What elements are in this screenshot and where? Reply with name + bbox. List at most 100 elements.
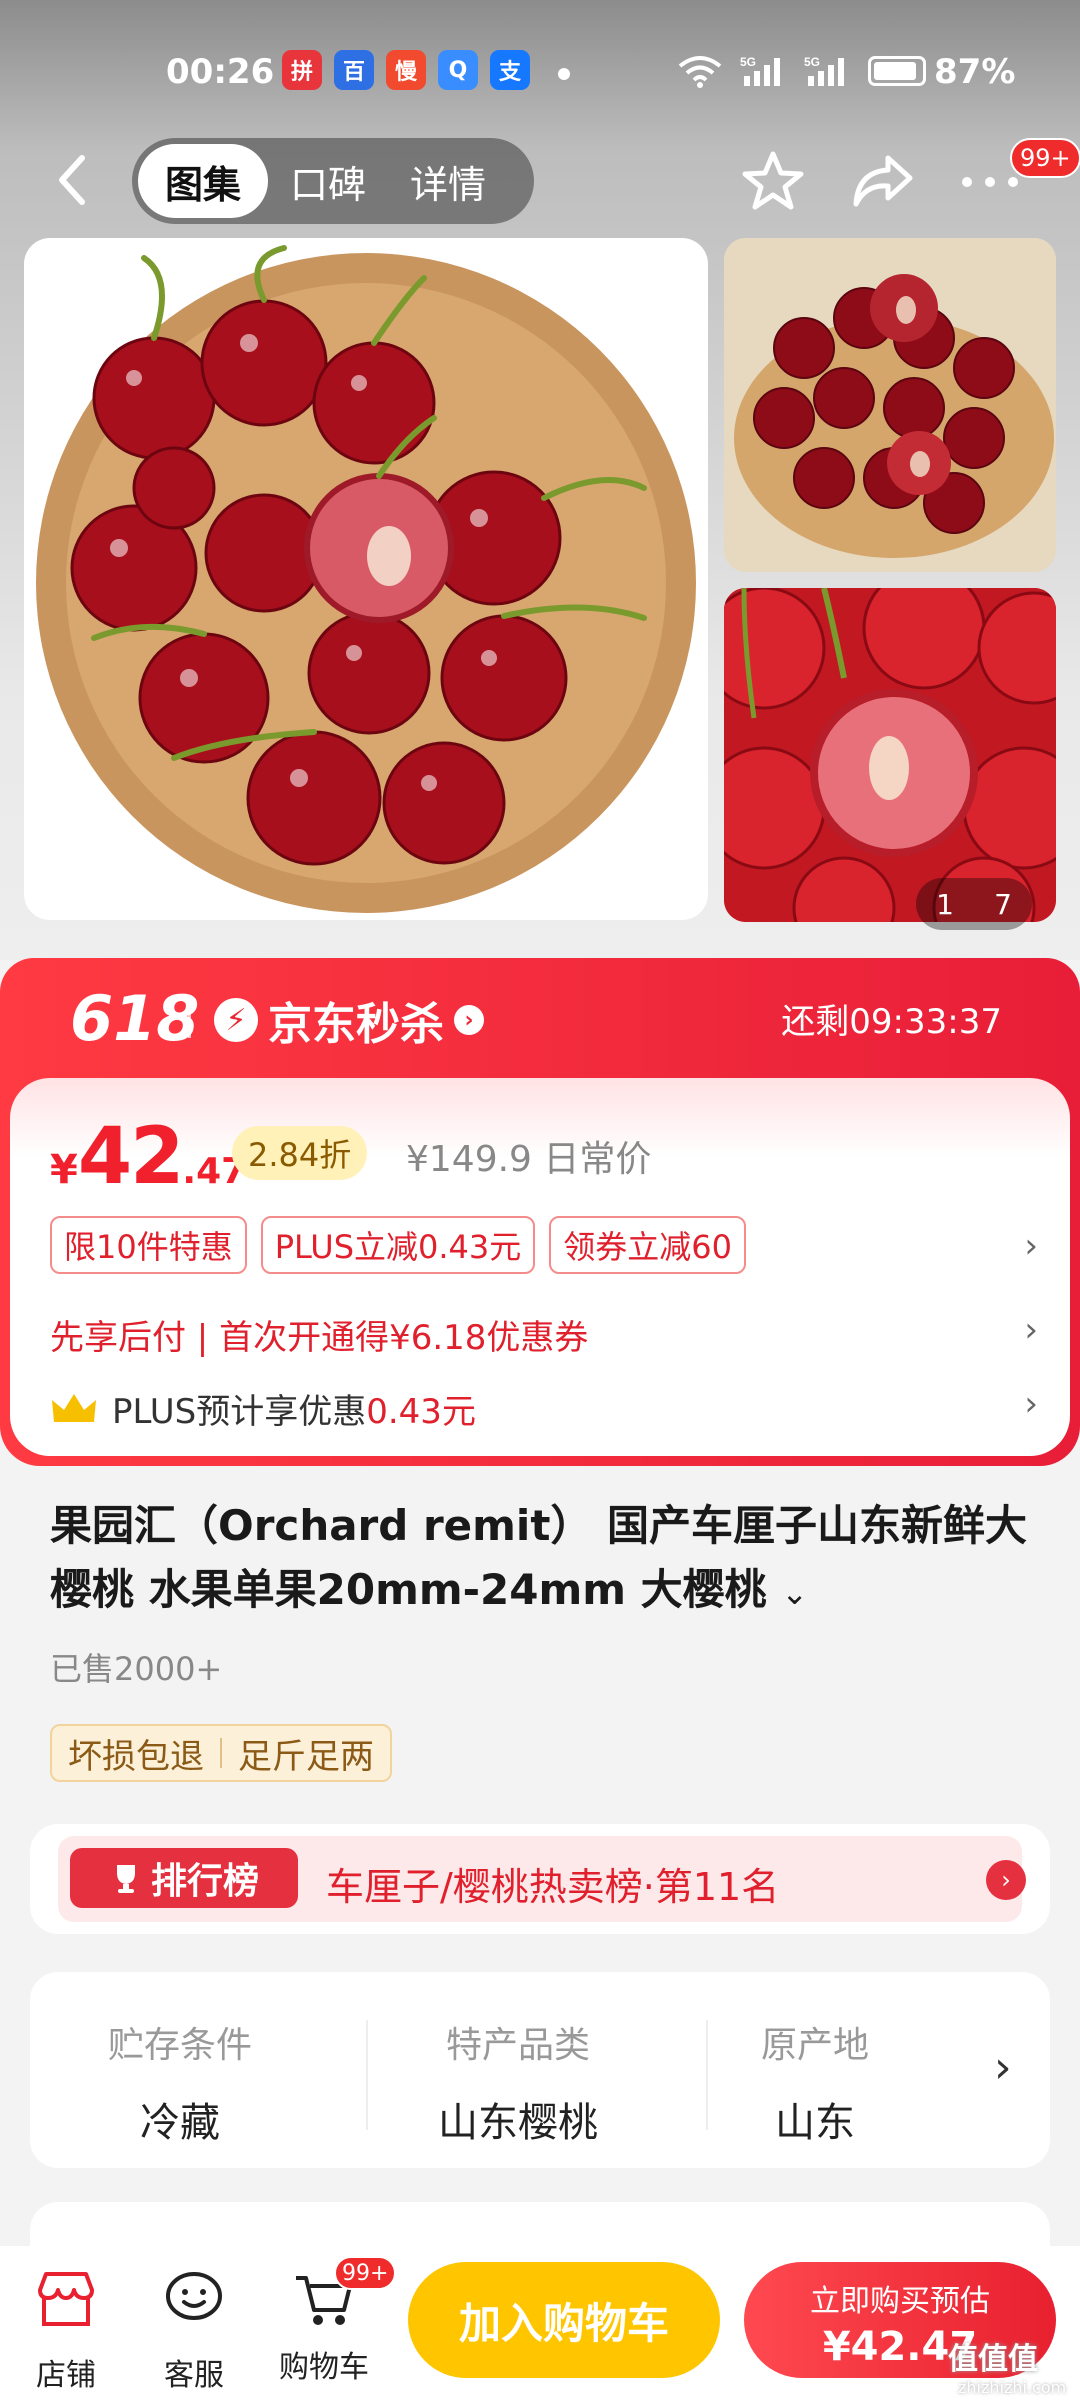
promo-divider <box>188 998 191 1038</box>
cherry-plate-illustration <box>36 245 696 913</box>
attribute-value: 山东 <box>775 2100 855 2146</box>
chat-face-icon <box>166 2272 222 2320</box>
jd-flash-sale-link[interactable]: ⚡ 京东秒杀 › <box>214 988 484 1052</box>
system-icons: 5G 5G <box>678 54 926 88</box>
promo-chip-limit[interactable]: 限10件特惠 <box>50 1216 247 1274</box>
price-integer: 42 <box>77 1112 185 1202</box>
price-currency: ¥ <box>50 1147 78 1193</box>
notification-app-icons: 拼 百 慢 Q 支 <box>282 50 530 90</box>
gallery-thumbnail-2[interactable] <box>724 588 1056 922</box>
promo-chip-plus[interactable]: PLUS立减0.43元 <box>260 1216 536 1274</box>
ranking-badge-label: 排行榜 <box>150 1861 259 1902</box>
chevron-down-icon[interactable]: ⌄ <box>781 1574 808 1612</box>
service-tags[interactable]: 坏损包退 足斤足两 <box>50 1724 392 1782</box>
sold-count: 已售2000+ <box>50 1650 223 1688</box>
status-bar: 00:26 拼 百 慢 Q 支 5G 5G 87% <box>0 40 1080 110</box>
back-icon[interactable] <box>52 150 92 210</box>
cart-label: 购物车 <box>279 2350 369 2385</box>
countdown-timer: 还剩09:33:37 <box>781 1002 1002 1042</box>
status-time: 00:26 <box>166 52 275 92</box>
attributes-chevron-icon[interactable]: › <box>994 2042 1012 2093</box>
attributes-card[interactable]: 贮存条件 冷藏 特产品类 山东樱桃 原产地 山东 › <box>30 1972 1050 2168</box>
cart-badge: 99+ <box>334 2256 397 2290</box>
tab-details[interactable]: 详情 <box>388 144 508 218</box>
browser-app-icon: Q <box>438 50 478 90</box>
flash-sale-card: 618 ⚡ 京东秒杀 › 还剩09:33:37 ¥ 42 .47 2.84折 ¥… <box>0 958 1080 1466</box>
attribute-category: 特产品类 山东樱桃 <box>368 2016 668 2148</box>
price-panel: ¥ 42 .47 2.84折 ¥149.9 日常价 限10件特惠 PLUS立减0… <box>10 1078 1070 1456</box>
share-icon[interactable] <box>848 146 918 216</box>
sale-price: ¥ 42 .47 <box>50 1112 246 1202</box>
ranking-badge: 排行榜 <box>70 1848 298 1908</box>
tab-gallery[interactable]: 图集 <box>138 144 268 218</box>
ranking-arrow-icon[interactable]: › <box>986 1860 1026 1900</box>
more-notifications-dot <box>558 68 570 80</box>
attribute-origin: 原产地 山东 <box>670 2016 960 2148</box>
store-label: 店铺 <box>36 2358 96 2393</box>
chevron-right-icon: › <box>454 1005 484 1035</box>
customer-service-label: 客服 <box>164 2358 224 2393</box>
ranking-card[interactable]: 排行榜 车厘子/樱桃热卖榜·第11名 › <box>30 1824 1050 1934</box>
plus-amount: 0.43元 <box>366 1392 476 1432</box>
battery-percent: 87% <box>934 52 1016 92</box>
service-tag-return: 坏损包退 <box>68 1736 204 1777</box>
svg-text:5G: 5G <box>804 55 820 69</box>
attribute-key: 原产地 <box>760 2025 869 2066</box>
alipay-app-icon: 支 <box>490 50 530 90</box>
ranking-text: 车厘子/樱桃热卖榜·第11名 <box>326 1865 780 1909</box>
buy-now-label: 立即购买预估 <box>810 2284 990 2319</box>
store-button[interactable]: 店铺 <box>16 2268 116 2394</box>
attribute-key: 特产品类 <box>445 2025 590 2066</box>
product-title[interactable]: 果园汇（Orchard remit） 国产车厘子山东新鲜大樱桃 水果单果20mm… <box>50 1494 1040 1625</box>
add-to-cart-button[interactable]: 加入购物车 <box>408 2262 720 2378</box>
promo-chips[interactable]: 限10件特惠 PLUS立减0.43元 领券立减60 <box>50 1216 746 1274</box>
plus-label: PLUS预计享优惠 <box>112 1392 367 1432</box>
gallery-thumbnail-1[interactable] <box>724 238 1056 572</box>
original-price: ¥149.9 日常价 <box>406 1139 652 1180</box>
plus-chevron-icon[interactable]: › <box>1024 1384 1038 1424</box>
attribute-key: 贮存条件 <box>107 2025 252 2066</box>
message-badge: 99+ <box>1010 138 1080 178</box>
bottom-action-bar: 店铺 客服 99+ 购物车 加入购物车 立即购买预估 ¥42.47 值值值 zh… <box>0 2246 1080 2400</box>
trophy-icon <box>116 1865 135 1893</box>
man-app-icon: 慢 <box>386 50 426 90</box>
pdd-app-icon: 拼 <box>282 50 322 90</box>
cherry-bowl-thumbnail <box>724 238 1056 572</box>
cart-icon-wrap: 99+ <box>292 2256 397 2330</box>
cherry-closeup-thumbnail <box>724 588 1056 922</box>
attribute-storage: 贮存条件 冷藏 <box>30 2016 330 2148</box>
gallery-total: 7 <box>994 887 1012 921</box>
wifi-icon <box>678 56 722 88</box>
gallery-counter: 1 7 <box>916 878 1032 930</box>
pay-later-text: 先享后付 | 首次开通得¥6.18优惠券 <box>50 1318 589 1358</box>
pay-later-row[interactable]: 先享后付 | 首次开通得¥6.18优惠券 <box>50 1310 588 1359</box>
gallery-current: 1 <box>936 887 954 921</box>
attribute-value: 山东樱桃 <box>438 2100 598 2146</box>
watermark-url: zhizhizhi.com <box>958 2378 1067 2397</box>
favorite-star-icon[interactable] <box>738 146 808 216</box>
watermark-logo: 值值值 <box>948 2342 1038 2377</box>
battery-icon <box>868 56 926 86</box>
service-tag-weight: 足斤足两 <box>238 1736 374 1777</box>
tag-divider <box>220 1738 222 1768</box>
attribute-value: 冷藏 <box>140 2100 220 2146</box>
nav-tabs: 图集 口碑 详情 <box>132 138 534 224</box>
flash-sale-label: 京东秒杀 <box>268 999 444 1050</box>
baidu-app-icon: 百 <box>334 50 374 90</box>
crown-icon <box>52 1393 96 1422</box>
pay-later-chevron-icon[interactable]: › <box>1024 1310 1038 1350</box>
customer-service-button[interactable]: 客服 <box>144 2268 244 2394</box>
cart-button[interactable]: 99+ 购物车 <box>274 2256 397 2386</box>
main-product-image[interactable] <box>24 238 708 920</box>
tab-reviews[interactable]: 口碑 <box>268 144 388 218</box>
discount-badge: 2.84折 <box>232 1126 368 1180</box>
promo-chip-coupon[interactable]: 领券立减60 <box>549 1216 746 1274</box>
event-618-logo: 618 <box>70 982 200 1055</box>
product-title-text: 果园汇（Orchard remit） 国产车厘子山东新鲜大樱桃 水果单果20mm… <box>50 1501 1028 1614</box>
flash-bolt-icon: ⚡ <box>214 998 258 1042</box>
plus-row[interactable]: PLUS预计享优惠 0.43元 <box>50 1384 476 1433</box>
signal-5g-icon-2: 5G <box>804 55 844 86</box>
signal-5g-icon: 5G <box>740 55 780 86</box>
chips-chevron-icon[interactable]: › <box>1024 1226 1038 1266</box>
store-icon <box>38 2272 94 2326</box>
